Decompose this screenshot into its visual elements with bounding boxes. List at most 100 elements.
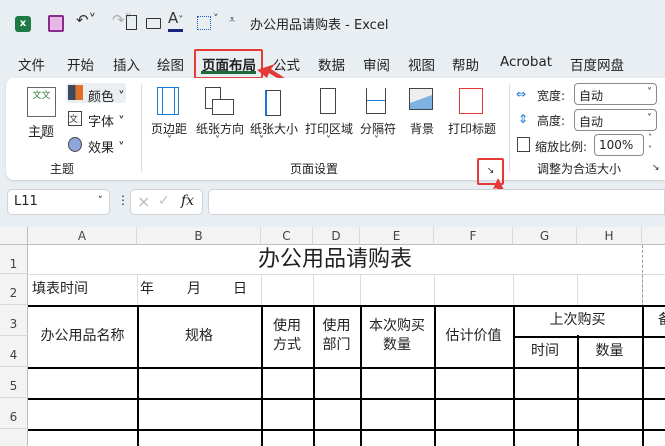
- fill-time-label: 填表时间: [32, 281, 88, 298]
- print-titles-icon: [459, 88, 483, 114]
- font-color-icon[interactable]: A˅: [168, 10, 184, 32]
- new-file-icon[interactable]: [126, 15, 137, 30]
- group-divider: [509, 84, 510, 172]
- tab-9[interactable]: 帮助: [452, 54, 479, 74]
- gridline: [137, 274, 138, 305]
- column-header-H[interactable]: H: [577, 227, 642, 245]
- month-label: 月: [187, 281, 201, 298]
- column-header-G[interactable]: G: [513, 227, 577, 245]
- header-est: 估计价值: [445, 327, 502, 344]
- header-last-qty: 数量: [595, 343, 624, 360]
- gridline: [434, 274, 435, 305]
- name-box[interactable]: L11 ˅: [7, 189, 110, 215]
- row-header-6[interactable]: 6: [0, 398, 28, 429]
- effects-icon: [68, 137, 82, 152]
- print-titles-button[interactable]: 打印标题: [448, 120, 496, 137]
- select-all-button[interactable]: [0, 227, 28, 245]
- fonts-button[interactable]: 字体 ˅: [88, 111, 125, 130]
- row-header-3[interactable]: 3: [0, 305, 28, 336]
- cell-border: [28, 398, 665, 400]
- borders-icon[interactable]: [197, 16, 211, 30]
- column-header-I: [642, 227, 665, 245]
- header-next: 备: [658, 305, 665, 336]
- colors-label[interactable]: 颜色 ˅: [88, 86, 125, 105]
- row-header-4[interactable]: 4: [0, 336, 28, 367]
- borders-dropdown-icon[interactable]: ˅: [213, 12, 219, 25]
- formula-input[interactable]: [208, 189, 665, 215]
- save-icon[interactable]: [48, 15, 64, 32]
- row-header-1[interactable]: 1: [0, 245, 28, 274]
- cell-border: [642, 305, 644, 446]
- tab-1[interactable]: 开始: [67, 54, 94, 74]
- column-header-A[interactable]: A: [28, 227, 137, 245]
- margins-icon: [157, 87, 179, 115]
- width-icon: ⇔: [516, 87, 527, 101]
- column-header-B[interactable]: B: [137, 227, 261, 245]
- header-name: 办公用品名称: [40, 327, 125, 344]
- effects-button[interactable]: 效果 ˅: [88, 137, 125, 156]
- fonts-icon: 文: [68, 111, 82, 126]
- tab-10[interactable]: Acrobat: [500, 54, 552, 70]
- header-usage: 使用 方式: [273, 318, 301, 353]
- scale-spin-arrows[interactable]: ˄ ˅: [648, 132, 652, 156]
- undo-icon[interactable]: ↶˅: [76, 11, 96, 29]
- column-header-C[interactable]: C: [261, 227, 313, 245]
- size-button[interactable]: 纸张大小: [250, 120, 298, 137]
- tab-2[interactable]: 插入: [113, 54, 140, 74]
- orientation-icon-2: [212, 99, 234, 115]
- colors-icon: [68, 85, 83, 100]
- cell-border: [28, 429, 665, 431]
- header-last: 上次购买: [549, 312, 606, 329]
- sheet-title: 办公用品请购表: [257, 246, 412, 272]
- formula-buttons: × ✓ fx: [130, 189, 203, 215]
- group-label-page-setup: 页面设置: [290, 162, 339, 176]
- margins-dropdown-icon[interactable]: ˅: [167, 135, 172, 146]
- breaks-dropdown-icon[interactable]: ˅: [374, 135, 379, 146]
- tab-0[interactable]: 文件: [18, 54, 45, 74]
- group-label-themes: 主题: [50, 162, 75, 176]
- more-icon: ⋮: [117, 193, 129, 207]
- fx-icon[interactable]: fx: [181, 193, 194, 209]
- spreadsheet-grid: A B C D E F G H 1 2 3 4 5 6 办公用品请购表 填表时间 年 月 日办公用品名称 规格 使用 方…: [0, 227, 665, 446]
- orientation-button[interactable]: 纸张方向: [196, 120, 244, 137]
- tab-11[interactable]: 百度网盘: [570, 54, 624, 74]
- tab-6[interactable]: 数据: [318, 54, 345, 74]
- orientation-dropdown-icon[interactable]: ˅: [215, 135, 220, 146]
- print-area-dropdown-icon-2[interactable]: ˅: [326, 135, 331, 146]
- day-label: 日: [233, 281, 247, 298]
- column-header-D[interactable]: D: [313, 227, 360, 245]
- width-select[interactable]: 自动 ˅: [574, 83, 657, 105]
- size-icon: [265, 90, 281, 116]
- height-select[interactable]: 自动 ˅: [574, 109, 657, 131]
- theme-dropdown-icon[interactable]: ˅: [38, 135, 44, 149]
- size-dropdown-icon[interactable]: ˅: [259, 135, 264, 146]
- cancel-icon[interactable]: ×: [137, 192, 150, 211]
- gridline: [513, 274, 514, 305]
- tab-7[interactable]: 审阅: [363, 54, 390, 74]
- row-header-2[interactable]: 2: [0, 274, 28, 305]
- group-label-scale: 调整为合适大小: [537, 162, 622, 176]
- excel-logo-icon: x: [15, 16, 31, 32]
- header-last-time: 时间: [531, 343, 559, 360]
- tab-3[interactable]: 绘图: [157, 54, 184, 74]
- theme-icon[interactable]: 文文: [27, 87, 56, 117]
- background-icon: [409, 88, 433, 110]
- breaks-icon: [366, 88, 386, 114]
- enter-icon[interactable]: ✓: [158, 193, 170, 209]
- scale-spinner[interactable]: 100%: [594, 134, 644, 156]
- column-header-E[interactable]: E: [360, 227, 434, 245]
- tab-8[interactable]: 视图: [408, 54, 435, 74]
- year-label: 年: [140, 281, 154, 298]
- scale-launcher-icon[interactable]: ↘: [652, 163, 660, 173]
- gridline: [360, 274, 361, 305]
- height-label: 高度:: [537, 114, 566, 128]
- active-tab-highlight: [194, 49, 263, 79]
- open-folder-icon[interactable]: [146, 18, 161, 29]
- background-button[interactable]: 背景: [410, 120, 434, 137]
- app-name: Excel: [354, 18, 389, 33]
- column-header-F[interactable]: F: [434, 227, 513, 245]
- customize-qat-icon[interactable]: ⩡: [229, 13, 235, 27]
- header-dept: 使用 部门: [322, 318, 351, 353]
- scale-label: 缩放比例:: [535, 140, 588, 154]
- row-header-5[interactable]: 5: [0, 367, 28, 398]
